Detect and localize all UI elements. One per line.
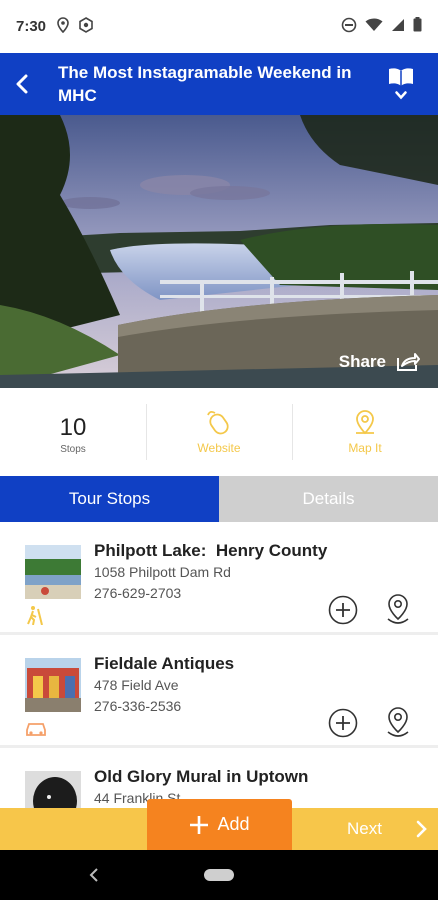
tour-stops-list: Philpott Lake: Henry County 1058 Philpot…: [0, 522, 438, 808]
battery-icon: [413, 17, 422, 36]
back-arrow-icon: [16, 74, 28, 94]
stop-thumbnail: [25, 545, 81, 599]
stops-label: Stops: [60, 443, 86, 455]
add-label: Add: [217, 814, 250, 834]
stop-title: Fieldale Antiques: [94, 654, 235, 673]
stop-thumbnail: [25, 771, 81, 808]
stops-count: 10: [59, 413, 87, 441]
plus-icon: [190, 815, 209, 834]
guide-menu-button[interactable]: [386, 67, 416, 107]
tab-bar: Tour Stops Details: [0, 476, 438, 522]
stop-phone[interactable]: 276-629-2703: [94, 585, 181, 601]
stop-thumbnail: [25, 658, 81, 712]
list-item[interactable]: Philpott Lake: Henry County 1058 Philpot…: [0, 522, 438, 632]
map-it-button[interactable]: Map It: [292, 388, 438, 476]
dnd-icon: [341, 17, 357, 37]
signal-icon: [391, 18, 405, 36]
tour-stats: 10 Stops Website Map It: [0, 388, 438, 476]
add-stop-icon[interactable]: [328, 595, 358, 625]
add-stop-icon[interactable]: [328, 708, 358, 738]
lake-overlook-photo: [0, 115, 438, 388]
page-title: The Most Instagramable Weekend in MHC: [58, 63, 352, 105]
add-button[interactable]: Add: [147, 799, 292, 850]
status-time: 7:30: [16, 18, 47, 35]
hiker-icon: [27, 606, 43, 625]
system-nav-bar: [0, 850, 438, 900]
website-label: Website: [197, 441, 241, 455]
stop-address: 1058 Philpott Dam Rd: [94, 564, 231, 580]
share-icon: [397, 353, 420, 371]
location-icon: [56, 16, 70, 37]
map-it-label: Map It: [348, 441, 382, 455]
tab-details[interactable]: Details: [219, 476, 438, 522]
map-pin-icon[interactable]: [382, 706, 414, 740]
stop-address: 478 Field Ave: [94, 677, 179, 693]
car-icon: [26, 723, 46, 736]
map-pin-icon: [356, 410, 374, 435]
share-label: Share: [338, 352, 386, 371]
tab-tour-stops[interactable]: Tour Stops: [0, 476, 219, 522]
website-button[interactable]: Website: [146, 388, 292, 476]
stop-title: Philpott Lake: Henry County: [94, 541, 328, 560]
map-pin-icon[interactable]: [382, 593, 414, 627]
settings-icon: [78, 16, 94, 37]
back-button[interactable]: [0, 53, 44, 115]
book-icon: [389, 68, 413, 86]
share-button[interactable]: Share: [339, 352, 420, 372]
stop-phone[interactable]: 276-336-2536: [94, 698, 181, 714]
next-button[interactable]: Next: [347, 808, 428, 850]
nav-home-button[interactable]: [204, 869, 234, 881]
nav-back-icon[interactable]: [88, 865, 100, 885]
hero-image: Share: [0, 115, 438, 388]
wifi-icon: [365, 18, 383, 36]
app-bar: The Most Instagramable Weekend in MHC: [0, 53, 438, 115]
chevron-right-icon: [416, 820, 427, 838]
mouse-icon: [207, 410, 229, 435]
chevron-down-icon: [395, 91, 407, 100]
status-bar: 7:30: [0, 0, 438, 53]
stops-count-stat: 10 Stops: [0, 388, 146, 476]
stop-title: Old Glory Mural in Uptown: [94, 767, 309, 786]
list-item[interactable]: Fieldale Antiques 478 Field Ave 276-336-…: [0, 635, 438, 745]
next-label: Next: [347, 819, 382, 838]
